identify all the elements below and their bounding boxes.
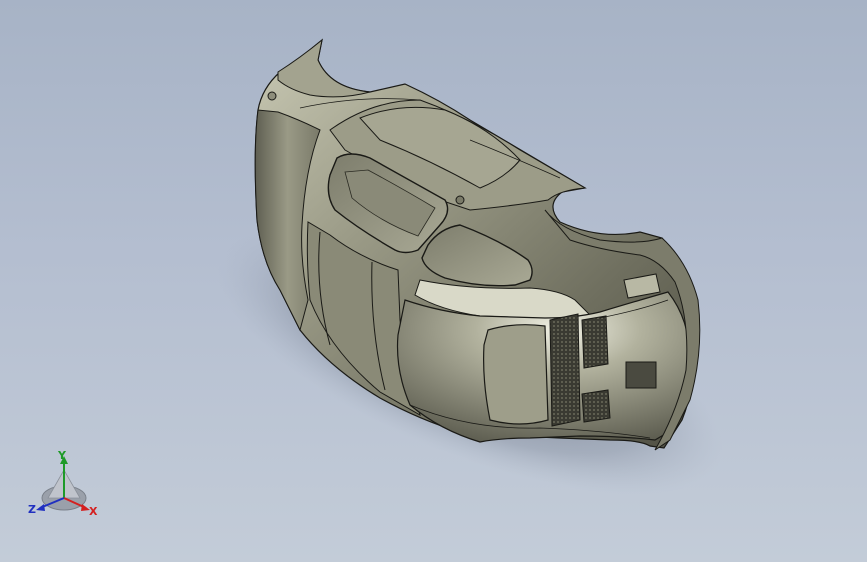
z-arrow-icon (36, 504, 45, 511)
car-body-model[interactable] (0, 0, 867, 562)
antenna-base (455, 195, 465, 205)
rear-fender-flare (277, 38, 371, 98)
grille-lower (581, 389, 611, 423)
grille-right (581, 315, 609, 369)
z-axis-label: Z (28, 503, 36, 516)
grille-left (549, 313, 581, 427)
front-panel-left (483, 324, 549, 425)
x-axis-label: X (89, 505, 98, 518)
fuel-cap (267, 91, 277, 101)
y-axis-label: Y (58, 449, 66, 462)
license-plate (625, 361, 657, 389)
graphics-viewport[interactable]: Y X Z (0, 0, 867, 562)
